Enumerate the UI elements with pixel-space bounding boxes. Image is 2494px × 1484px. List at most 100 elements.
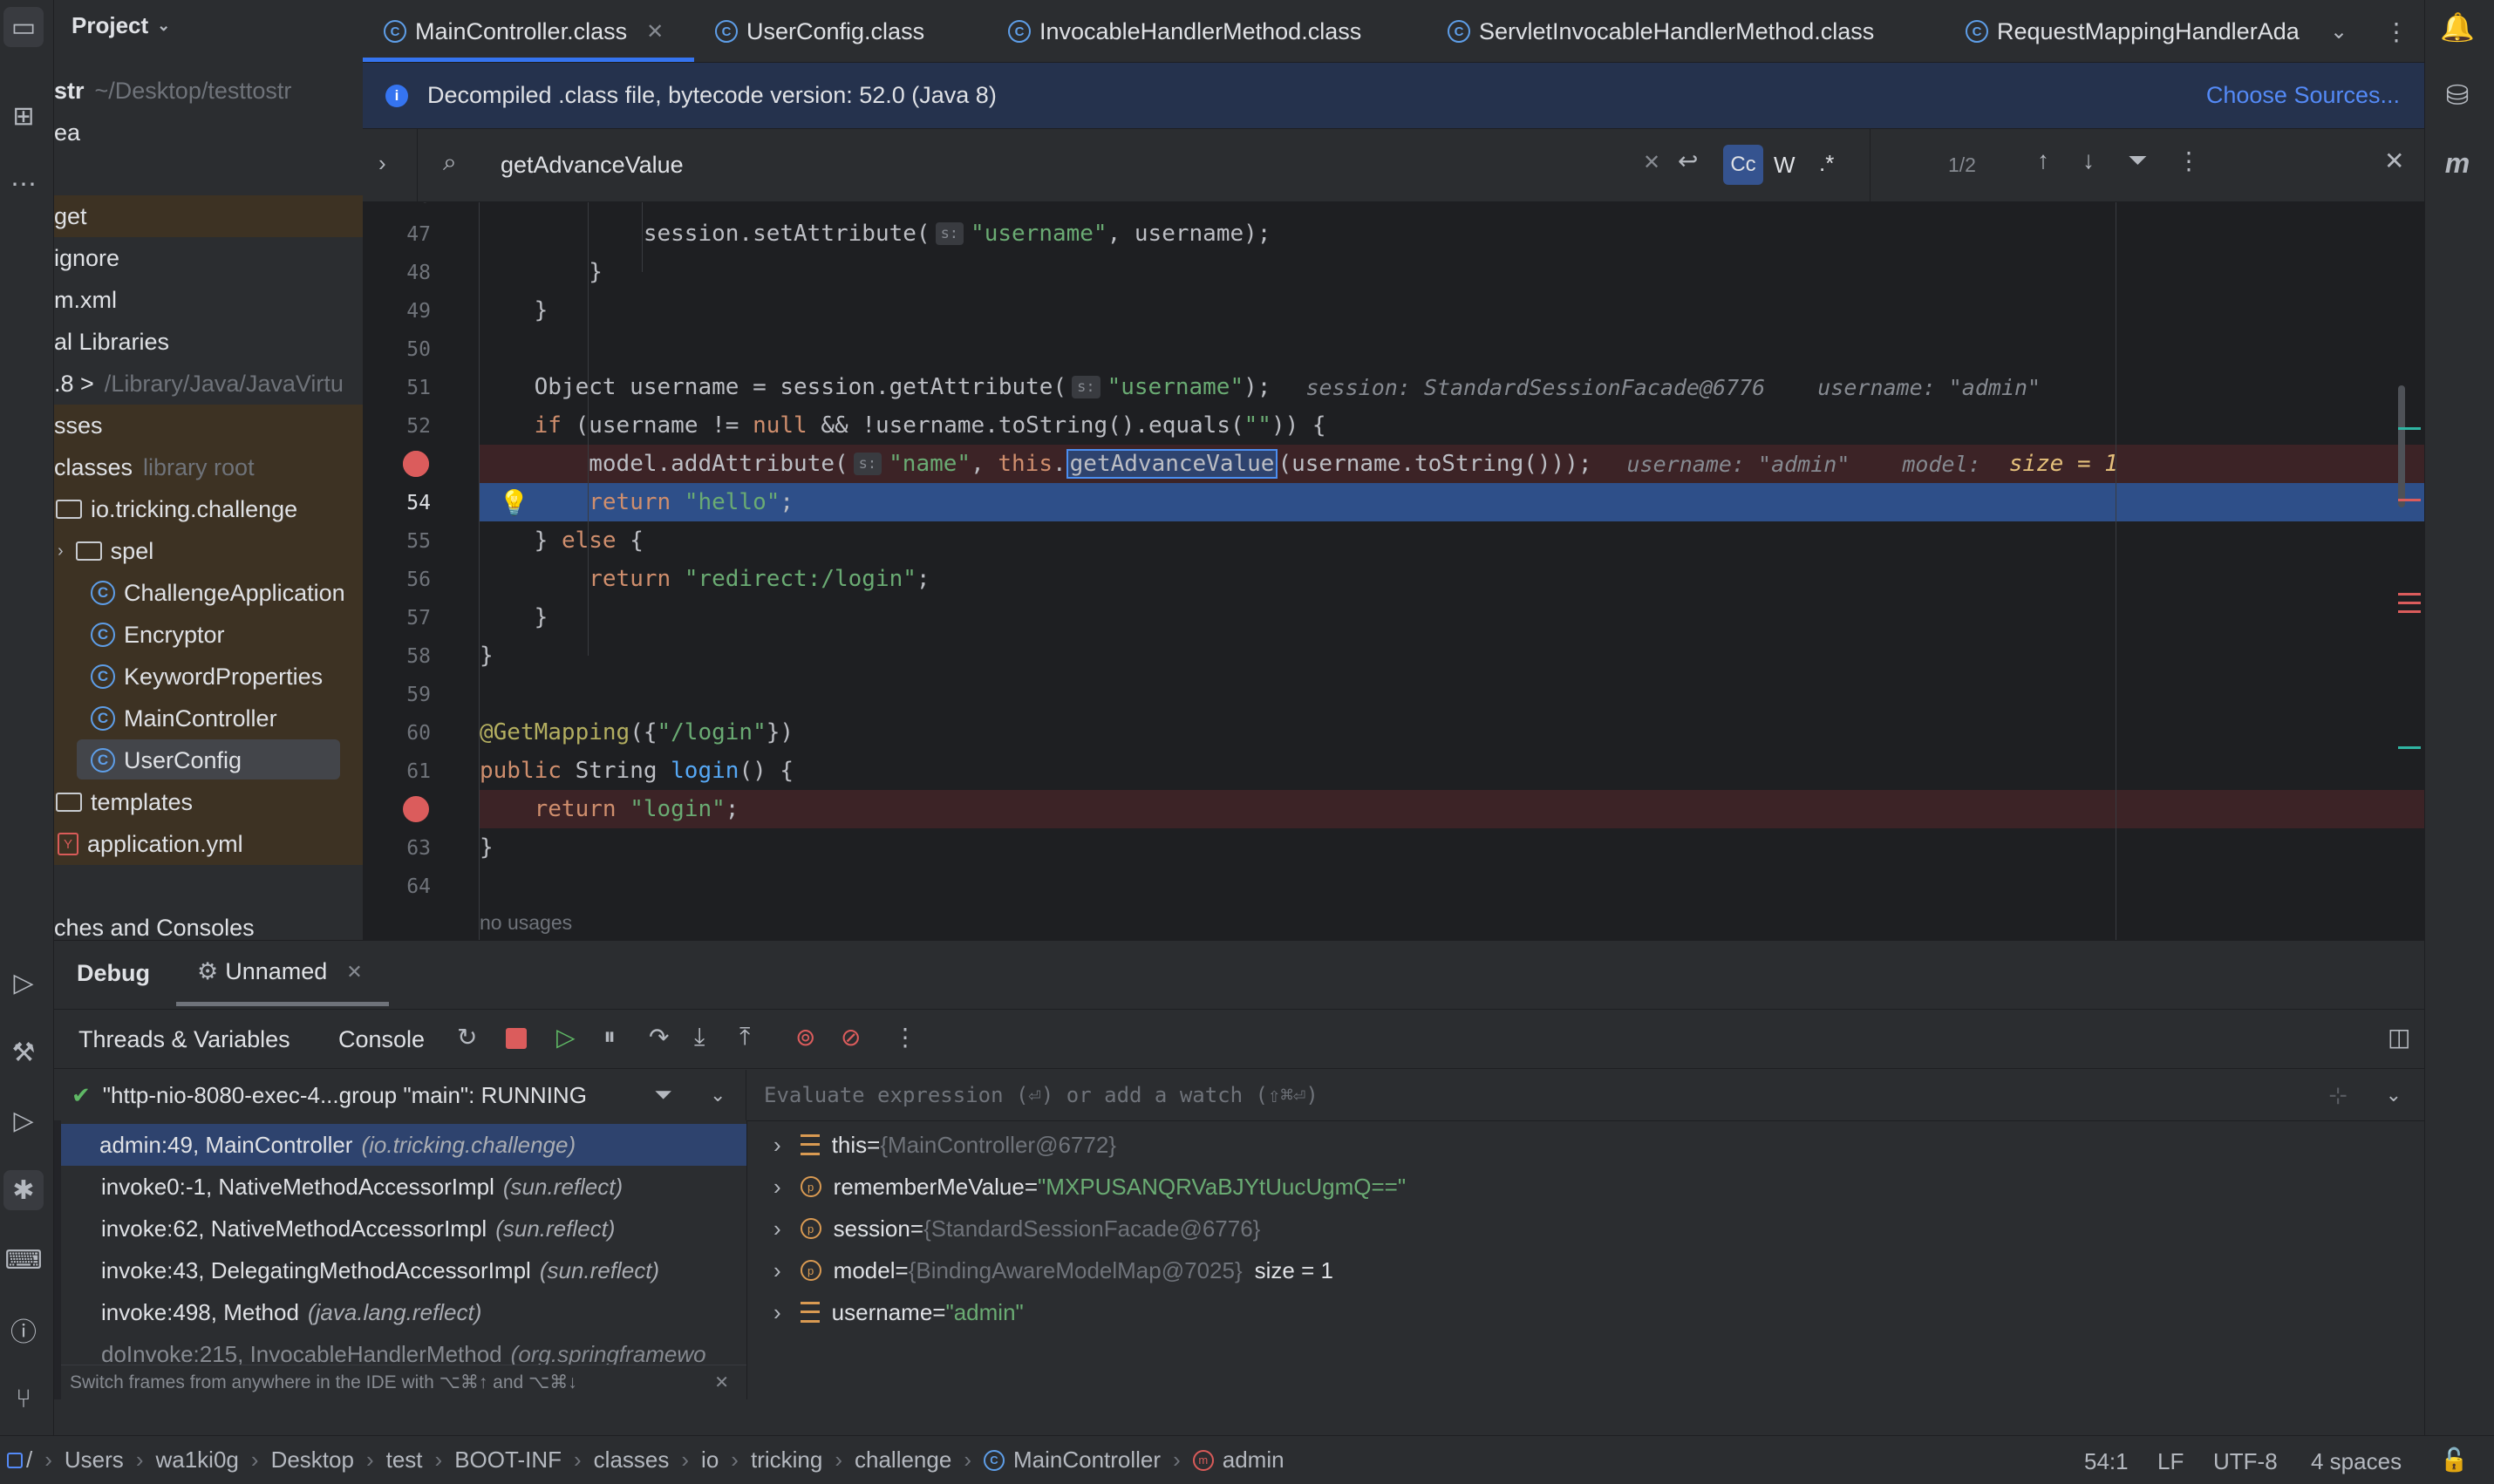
indent-setting[interactable]: 4 spaces bbox=[2311, 1448, 2402, 1475]
chevron-right-icon[interactable]: › bbox=[773, 1257, 781, 1284]
breadcrumb-item[interactable]: MainController bbox=[1013, 1447, 1161, 1474]
tab-console[interactable]: Console bbox=[338, 1026, 425, 1053]
tree-row-pom[interactable]: m.xml bbox=[54, 279, 363, 321]
chevron-right-icon[interactable]: › bbox=[773, 1215, 781, 1242]
more-options-icon[interactable]: ⋮ bbox=[2384, 0, 2409, 63]
frame-item[interactable]: invoke:498, Method (java.lang.reflect) bbox=[54, 1291, 746, 1333]
resume-icon[interactable]: ▷ bbox=[556, 1023, 576, 1052]
tree-row-user-config[interactable]: C UserConfig bbox=[54, 739, 363, 781]
variable-row-session[interactable]: › p session = {StandardSessionFacade@6776} bbox=[747, 1208, 1260, 1249]
tree-row-root[interactable]: str ~/Desktop/testtostr bbox=[54, 70, 363, 112]
chevron-down-icon[interactable]: ⌄ bbox=[710, 1084, 726, 1106]
git-icon[interactable]: ⑂ bbox=[3, 1379, 44, 1419]
view-breakpoints-icon[interactable]: ⊚ bbox=[795, 1023, 815, 1052]
step-into-icon[interactable]: ⤓ bbox=[694, 1023, 705, 1052]
tree-row-main-controller[interactable]: C MainController bbox=[54, 698, 363, 739]
tree-row-idea[interactable]: ea bbox=[54, 112, 363, 153]
words-toggle[interactable]: W bbox=[1774, 152, 1796, 179]
breadcrumb-item[interactable]: tricking bbox=[751, 1447, 822, 1474]
chevron-right-icon[interactable]: › bbox=[773, 1299, 781, 1326]
more-tools-icon[interactable]: ⋯ bbox=[3, 164, 44, 204]
tree-row-target[interactable]: get bbox=[54, 195, 363, 237]
variable-row-remember-me-value[interactable]: › p rememberMeValue = "MXPUSANQRVaBJYtUucU… bbox=[747, 1166, 1406, 1208]
close-icon[interactable]: ✕ bbox=[646, 19, 664, 44]
tree-row-challenge-application[interactable]: C ChallengeApplication bbox=[54, 572, 363, 614]
read-only-lock-icon[interactable]: 🔓 bbox=[2440, 1447, 2468, 1474]
problems-icon[interactable]: ⓘ bbox=[3, 1310, 44, 1350]
thread-selector[interactable]: ✔ "http-nio-8080-exec-4...group "main": … bbox=[54, 1070, 746, 1120]
tree-row-scratches[interactable]: ches and Consoles bbox=[54, 907, 363, 941]
breadcrumb-item[interactable]: Desktop bbox=[271, 1447, 354, 1474]
previous-match-icon[interactable]: ↑ bbox=[2037, 146, 2049, 174]
tabs-dropdown-icon[interactable]: ⌄ bbox=[2330, 0, 2347, 63]
tab-user-config[interactable]: C UserConfig.class bbox=[715, 0, 924, 63]
variable-row-username[interactable]: › username = "admin" bbox=[747, 1291, 1024, 1333]
chevron-right-icon[interactable]: › bbox=[58, 541, 64, 562]
mute-breakpoints-icon[interactable]: ⊘ bbox=[841, 1023, 861, 1052]
project-folder-icon[interactable]: ▭ bbox=[3, 7, 44, 47]
breadcrumb-item[interactable]: test bbox=[386, 1447, 423, 1474]
vcs-root-icon[interactable] bbox=[7, 1452, 23, 1468]
tree-row-application-yml[interactable]: Yapplication.yml bbox=[54, 823, 363, 865]
evaluate-expression-field[interactable]: Evaluate expression (⏎) or add a watch (… bbox=[746, 1070, 2424, 1120]
tree-row-keyword-properties[interactable]: C KeywordProperties bbox=[54, 656, 363, 698]
services-icon[interactable]: ▷ bbox=[3, 963, 44, 1003]
tree-row-classes-root[interactable]: classes library root bbox=[54, 446, 363, 488]
search-input[interactable]: getAdvanceValue bbox=[501, 152, 684, 179]
more-options-icon[interactable]: ⋮ bbox=[893, 1023, 917, 1052]
structure-icon[interactable]: ⊞ bbox=[3, 96, 44, 136]
chevron-right-icon[interactable]: › bbox=[773, 1174, 781, 1201]
tree-row-classes-dir[interactable]: sses bbox=[54, 405, 363, 446]
rerun-icon[interactable]: ↻ bbox=[457, 1023, 477, 1052]
chevron-down-icon[interactable]: ⌄ bbox=[2386, 1084, 2402, 1106]
filter-icon[interactable]: ⏷ bbox=[2128, 146, 2147, 175]
run-icon[interactable]: ▷ bbox=[3, 1100, 44, 1140]
breadcrumb-item[interactable]: admin bbox=[1223, 1447, 1284, 1474]
frame-item[interactable]: admin:49, MainController (io.tricking.cha… bbox=[54, 1124, 746, 1166]
expand-replace-icon[interactable]: › bbox=[378, 150, 386, 177]
breadcrumb-item[interactable]: wa1ki0g bbox=[155, 1447, 238, 1474]
debug-bug-icon[interactable]: ✱ bbox=[3, 1170, 44, 1210]
code-editor[interactable]: 46 47 48 49 50 51 52 54 55 56 57 58 59 6… bbox=[363, 202, 2424, 940]
terminal-icon[interactable]: ⌨ bbox=[3, 1240, 44, 1280]
stop-icon[interactable] bbox=[506, 1028, 527, 1049]
line-separator[interactable]: LF bbox=[2157, 1448, 2184, 1475]
frame-item[interactable]: invoke0:-1, NativeMethodAccessorImpl (sun… bbox=[54, 1166, 746, 1208]
breadcrumb-item[interactable]: BOOT-INF bbox=[454, 1447, 562, 1474]
breakpoint-icon[interactable] bbox=[403, 796, 429, 822]
tree-row-jdk[interactable]: .8 > /Library/Java/JavaVirtu bbox=[54, 363, 363, 405]
tab-threads-variables[interactable]: Threads & Variables bbox=[78, 1026, 290, 1053]
new-line-icon[interactable]: ↩ bbox=[1678, 146, 1698, 175]
tab-request-mapping-handler-adapter[interactable]: C RequestMappingHandlerAda bbox=[1966, 0, 2341, 63]
variable-row-model[interactable]: › p model = {BindingAwareModelMap@7025} siz… bbox=[747, 1249, 1333, 1291]
step-out-icon[interactable]: ⤒ bbox=[739, 1023, 750, 1052]
clear-search-icon[interactable]: ✕ bbox=[1643, 150, 1660, 175]
close-icon[interactable]: ✕ bbox=[346, 961, 362, 984]
tab-invocable-handler-method[interactable]: C InvocableHandlerMethod.class bbox=[1008, 0, 1361, 63]
tree-row-spel[interactable]: › spel bbox=[54, 530, 363, 572]
tab-debug-session[interactable]: ⚙ Unnamed ✕ bbox=[197, 958, 363, 985]
notifications-bell-icon[interactable]: 🔔 bbox=[2437, 7, 2477, 47]
breadcrumb-item[interactable]: classes bbox=[594, 1447, 670, 1474]
file-encoding[interactable]: UTF-8 bbox=[2213, 1448, 2278, 1475]
chevron-right-icon[interactable]: › bbox=[773, 1132, 781, 1159]
build-icon[interactable]: ⚒ bbox=[3, 1032, 44, 1072]
match-case-toggle[interactable]: Cc bbox=[1723, 145, 1763, 185]
next-match-icon[interactable]: ↓ bbox=[2082, 146, 2095, 174]
filter-icon[interactable]: ⏷ bbox=[654, 1081, 672, 1109]
regex-toggle[interactable]: .* bbox=[1819, 150, 1834, 177]
tab-servlet-invocable-handler-method[interactable]: C ServletInvocableHandlerMethod.class bbox=[1448, 0, 1874, 63]
breadcrumb-item[interactable]: challenge bbox=[855, 1447, 951, 1474]
layout-icon[interactable]: ◫ bbox=[2388, 1023, 2410, 1052]
tab-main-controller[interactable]: C MainController.class ✕ bbox=[384, 0, 664, 63]
more-options-icon[interactable]: ⋮ bbox=[2177, 146, 2201, 175]
project-panel-header[interactable]: Project ⌄ bbox=[72, 12, 170, 39]
breadcrumb-item[interactable]: io bbox=[701, 1447, 719, 1474]
tree-row-templates[interactable]: templates bbox=[54, 781, 363, 823]
add-watch-icon[interactable]: ⊹ bbox=[2328, 1082, 2347, 1109]
caret-position[interactable]: 54:1 bbox=[2084, 1448, 2129, 1475]
editor-scrollbar[interactable] bbox=[2398, 385, 2405, 507]
choose-sources-link[interactable]: Choose Sources... bbox=[2206, 82, 2400, 109]
tree-row-encryptor[interactable]: C Encryptor bbox=[54, 614, 363, 656]
maven-icon[interactable]: m bbox=[2437, 143, 2477, 183]
